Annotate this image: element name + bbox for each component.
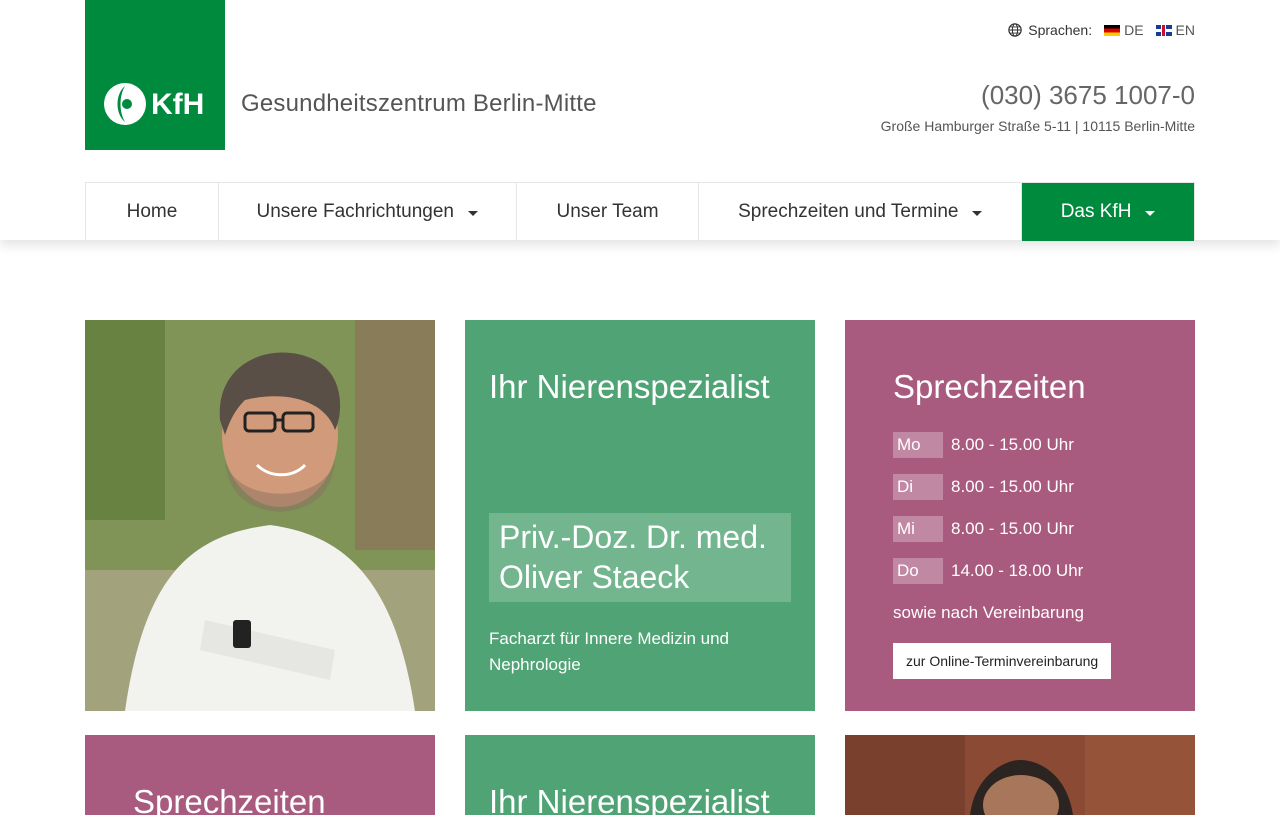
- time-range: 8.00 - 15.00 Uhr: [951, 519, 1074, 538]
- online-appointment-button[interactable]: zur Online-Terminvereinbarung: [893, 643, 1112, 679]
- address: Große Hamburger Straße 5-11 | 10115 Berl…: [880, 118, 1195, 134]
- german-flag-icon: [1104, 24, 1121, 36]
- caret-down-icon: [467, 210, 478, 216]
- day-label: Mi: [893, 516, 943, 542]
- nav-item-label: Home: [126, 201, 178, 222]
- appointment-note: sowie nach Vereinbarung: [893, 603, 1084, 622]
- office-hours-tile: Sprechzeiten Mo 8.00 - 15.00 Uhr Di 8.00…: [845, 320, 1195, 711]
- phone-number[interactable]: (030) 3675 1007-0: [981, 80, 1195, 111]
- office-hours-list: Mo 8.00 - 15.00 Uhr Di 8.00 - 15.00 Uhr …: [893, 432, 1083, 600]
- specialist-tile[interactable]: Ihr Nierenspezialist Priv.-Doz. Dr. med.…: [465, 320, 815, 711]
- nav-item-label: Unsere Fachrichtungen: [256, 201, 454, 222]
- kfh-logo[interactable]: KfH: [85, 0, 225, 150]
- language-de-link[interactable]: DE: [1104, 22, 1144, 38]
- office-hours-heading: Sprechzeiten: [893, 368, 1086, 405]
- caret-down-icon: [1145, 210, 1156, 216]
- main-content: Ihr Nierenspezialist Priv.-Doz. Dr. med.…: [0, 240, 1280, 815]
- kfh-logo-icon: KfH: [104, 83, 204, 125]
- main-navigation: Home Unsere Fachrichtungen Unser Team Sp…: [85, 182, 1195, 241]
- language-switcher: Sprachen: DE EN: [1008, 22, 1195, 38]
- nav-item-label: Das KfH: [1060, 201, 1132, 222]
- hours-row: Di 8.00 - 15.00 Uhr: [893, 474, 1083, 500]
- hours-row: Mi 8.00 - 15.00 Uhr: [893, 516, 1083, 542]
- office-hours-heading: Sprechzeiten: [133, 783, 326, 815]
- time-range: 14.00 - 18.00 Uhr: [951, 561, 1084, 580]
- nav-item-sprechzeiten[interactable]: Sprechzeiten und Termine: [699, 183, 1023, 241]
- language-de-label: DE: [1124, 22, 1144, 38]
- nav-item-fachrichtungen[interactable]: Unsere Fachrichtungen: [219, 183, 517, 241]
- time-range: 8.00 - 15.00 Uhr: [951, 435, 1074, 454]
- hours-row: Mo 8.00 - 15.00 Uhr: [893, 432, 1083, 458]
- specialist-heading: Ihr Nierenspezialist: [489, 368, 770, 405]
- nav-item-team[interactable]: Unser Team: [517, 183, 700, 241]
- uk-flag-icon: [1155, 24, 1172, 36]
- site-header: KfH Gesundheitszentrum Berlin-Mitte Spra…: [0, 0, 1280, 241]
- day-label: Do: [893, 558, 943, 584]
- nav-item-das-kfh[interactable]: Das KfH: [1022, 183, 1194, 241]
- globe-icon: [1008, 23, 1023, 37]
- logo-text: KfH: [151, 88, 204, 121]
- language-en-label: EN: [1175, 22, 1195, 38]
- site-title: Gesundheitszentrum Berlin-Mitte: [241, 90, 597, 117]
- caret-down-icon: [972, 210, 983, 216]
- specialist-heading: Ihr Nierenspezialist: [489, 783, 770, 815]
- specialist-tile-2[interactable]: Ihr Nierenspezialist: [465, 735, 815, 815]
- office-hours-tile-2: Sprechzeiten: [85, 735, 435, 815]
- nav-item-label: Unser Team: [556, 201, 659, 222]
- doctor-name: Priv.-Doz. Dr. med. Oliver Staeck: [489, 513, 791, 602]
- day-label: Di: [893, 474, 943, 500]
- doctor-photo: [85, 320, 435, 711]
- nav-item-label: Sprechzeiten und Termine: [738, 201, 959, 222]
- nav-item-home[interactable]: Home: [86, 183, 219, 241]
- language-en-link[interactable]: EN: [1155, 22, 1195, 38]
- doctor-specialty: Facharzt für Innere Medizin und Nephrolo…: [489, 629, 730, 674]
- time-range: 8.00 - 15.00 Uhr: [951, 477, 1074, 496]
- doctor-portrait-image: [845, 735, 1195, 815]
- day-label: Mo: [893, 432, 943, 458]
- doctor-photo-2: [845, 735, 1195, 815]
- doctor-portrait-image: [85, 320, 435, 711]
- hours-row: Do 14.00 - 18.00 Uhr: [893, 558, 1083, 584]
- language-label: Sprachen:: [1028, 22, 1093, 38]
